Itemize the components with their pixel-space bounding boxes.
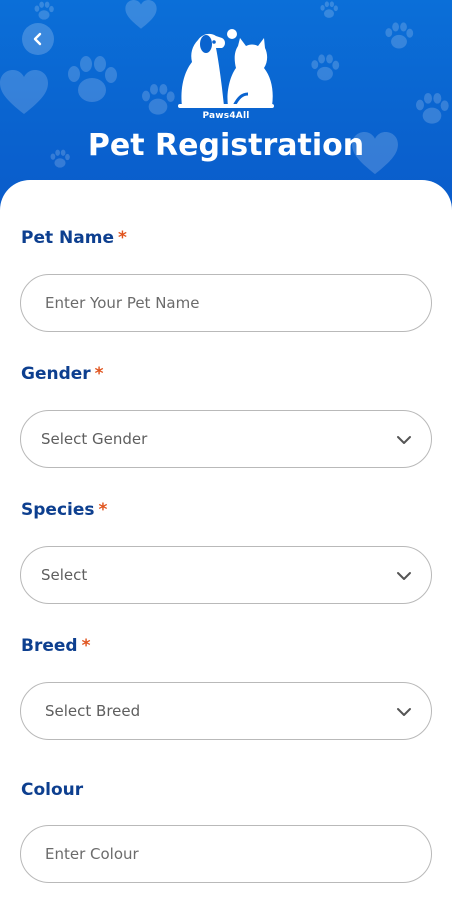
back-button[interactable] xyxy=(22,23,54,55)
pet-name-input[interactable] xyxy=(21,275,431,331)
paw-icon xyxy=(320,1,338,18)
paw-icon xyxy=(68,56,117,102)
colour-input[interactable] xyxy=(21,826,431,882)
required-mark: * xyxy=(94,364,104,384)
species-select[interactable]: Select xyxy=(20,546,432,604)
colour-label: Colour xyxy=(21,780,83,800)
gender-selected-value: Select Gender xyxy=(41,430,148,448)
breed-label: Breed * xyxy=(21,636,90,656)
page-title: Pet Registration xyxy=(87,128,365,163)
chevron-down-icon xyxy=(397,708,411,716)
paw-icon xyxy=(311,54,340,81)
pet-name-field[interactable] xyxy=(20,274,432,332)
form-card: Pet Name* Gender* Select Gender Species*… xyxy=(0,180,452,920)
header: Paws4All Pet Registration xyxy=(0,0,452,210)
required-mark: * xyxy=(98,500,108,520)
species-selected-value: Select xyxy=(41,566,88,584)
dog-cat-logo-icon xyxy=(178,29,274,108)
colour-label-text: Colour xyxy=(21,780,84,800)
chevron-down-icon xyxy=(397,572,411,580)
breed-label-text: Breed xyxy=(21,636,78,656)
breed-selected-value: Select Breed xyxy=(45,702,141,720)
gender-label-text: Gender xyxy=(21,364,91,384)
gender-select[interactable]: Select Gender xyxy=(20,410,432,468)
pet-name-label-text: Pet Name xyxy=(21,228,114,248)
species-label-text: Species xyxy=(21,500,95,520)
required-mark: * xyxy=(117,228,127,248)
gender-label: Gender * xyxy=(21,364,104,384)
required-mark: * xyxy=(81,636,91,656)
breed-select[interactable]: Select Breed xyxy=(20,682,432,740)
colour-field[interactable] xyxy=(20,825,432,883)
pet-name-label: Pet Name * xyxy=(21,228,127,248)
chevron-down-icon xyxy=(397,436,411,444)
species-label: Species * xyxy=(21,500,107,520)
heart-icon xyxy=(125,0,157,29)
back-arrow-icon xyxy=(33,32,42,46)
heart-icon xyxy=(0,70,48,114)
paw-icon xyxy=(34,1,54,20)
paw-icon xyxy=(385,22,414,49)
logo-text: Paws4All xyxy=(202,111,250,121)
paw-icon xyxy=(416,93,449,124)
